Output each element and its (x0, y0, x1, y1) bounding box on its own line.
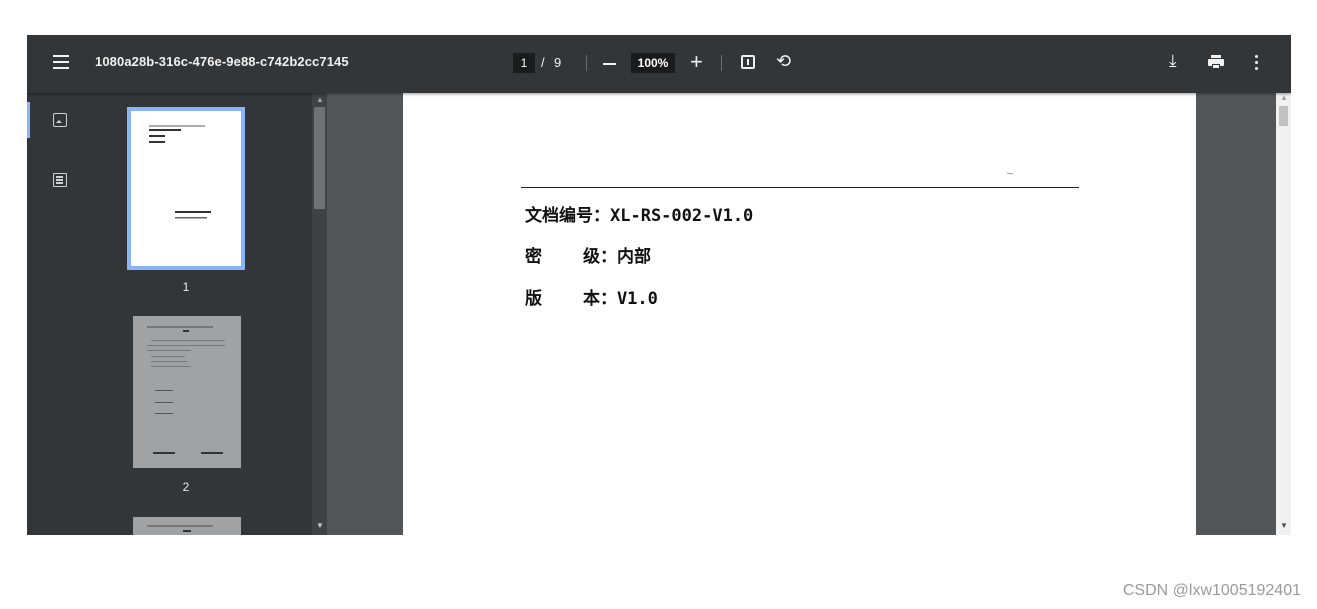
page-thumbnail-1[interactable] (127, 105, 245, 270)
print-icon[interactable] (1208, 55, 1224, 69)
thumbnails-icon[interactable] (53, 113, 67, 127)
page-separator: / (541, 55, 545, 70)
more-vert-icon[interactable] (1255, 55, 1258, 71)
document-page: 文档编号：XL-RS-002-V1.0 密 级：内部 版 本：V1.0 (403, 93, 1196, 535)
page-thumbnail-preview (147, 525, 213, 532)
toolbar-divider (721, 55, 722, 71)
page-thumbnail-preview (147, 326, 225, 454)
header-mark (1006, 172, 1014, 175)
zoom-out-icon[interactable] (603, 63, 616, 65)
thumbnail-label: 2 (182, 480, 190, 494)
main-scrollbar[interactable]: ▲ ▼ (1276, 93, 1291, 535)
fit-page-icon[interactable] (741, 55, 755, 69)
pdf-viewer: 1080a28b-316c-476e-9e88-c742b2cc7145 1 /… (27, 35, 1291, 535)
thumbnail-label: 1 (182, 280, 190, 294)
page-thumbnail-3[interactable] (133, 517, 241, 535)
scroll-up-icon[interactable]: ▲ (1280, 93, 1288, 102)
active-tab-indicator (27, 102, 30, 138)
page-thumbnail-2[interactable] (133, 316, 241, 468)
sidebar-scrollbar[interactable]: ▲ ▼ (312, 93, 327, 535)
rotate-icon[interactable]: ⟲ (776, 51, 791, 72)
download-icon[interactable]: ⤓ (1169, 51, 1177, 71)
toolbar: 1080a28b-316c-476e-9e88-c742b2cc7145 1 /… (27, 35, 1291, 93)
page-thumbnail-preview (149, 105, 225, 219)
page-total: 9 (554, 55, 562, 70)
hamburger-icon[interactable] (53, 55, 69, 69)
scroll-up-icon[interactable]: ▲ (316, 95, 324, 104)
zoom-in-icon[interactable]: + (690, 50, 703, 74)
header-rule (521, 187, 1079, 188)
zoom-level-input[interactable]: 100% (631, 53, 675, 73)
toolbar-divider (586, 55, 587, 71)
scrollbar-thumb[interactable] (1279, 106, 1288, 126)
document-title: 1080a28b-316c-476e-9e88-c742b2cc7145 (95, 54, 349, 69)
scroll-down-icon[interactable]: ▼ (1280, 521, 1288, 530)
watermark: CSDN @lxw1005192401 (1122, 582, 1301, 599)
doc-number-line: 文档编号：XL-RS-002-V1.0 (525, 206, 754, 226)
scrollbar-thumb[interactable] (314, 107, 325, 209)
security-level-line: 密 级：内部 (525, 247, 651, 267)
scroll-down-icon[interactable]: ▼ (316, 521, 324, 530)
sidebar: 1 2 ▲ ▼ (27, 93, 327, 535)
version-line: 版 本：V1.0 (525, 289, 658, 309)
page-number-input[interactable]: 1 (513, 53, 535, 73)
outline-icon[interactable] (53, 173, 67, 187)
sidebar-tabs (27, 93, 87, 535)
